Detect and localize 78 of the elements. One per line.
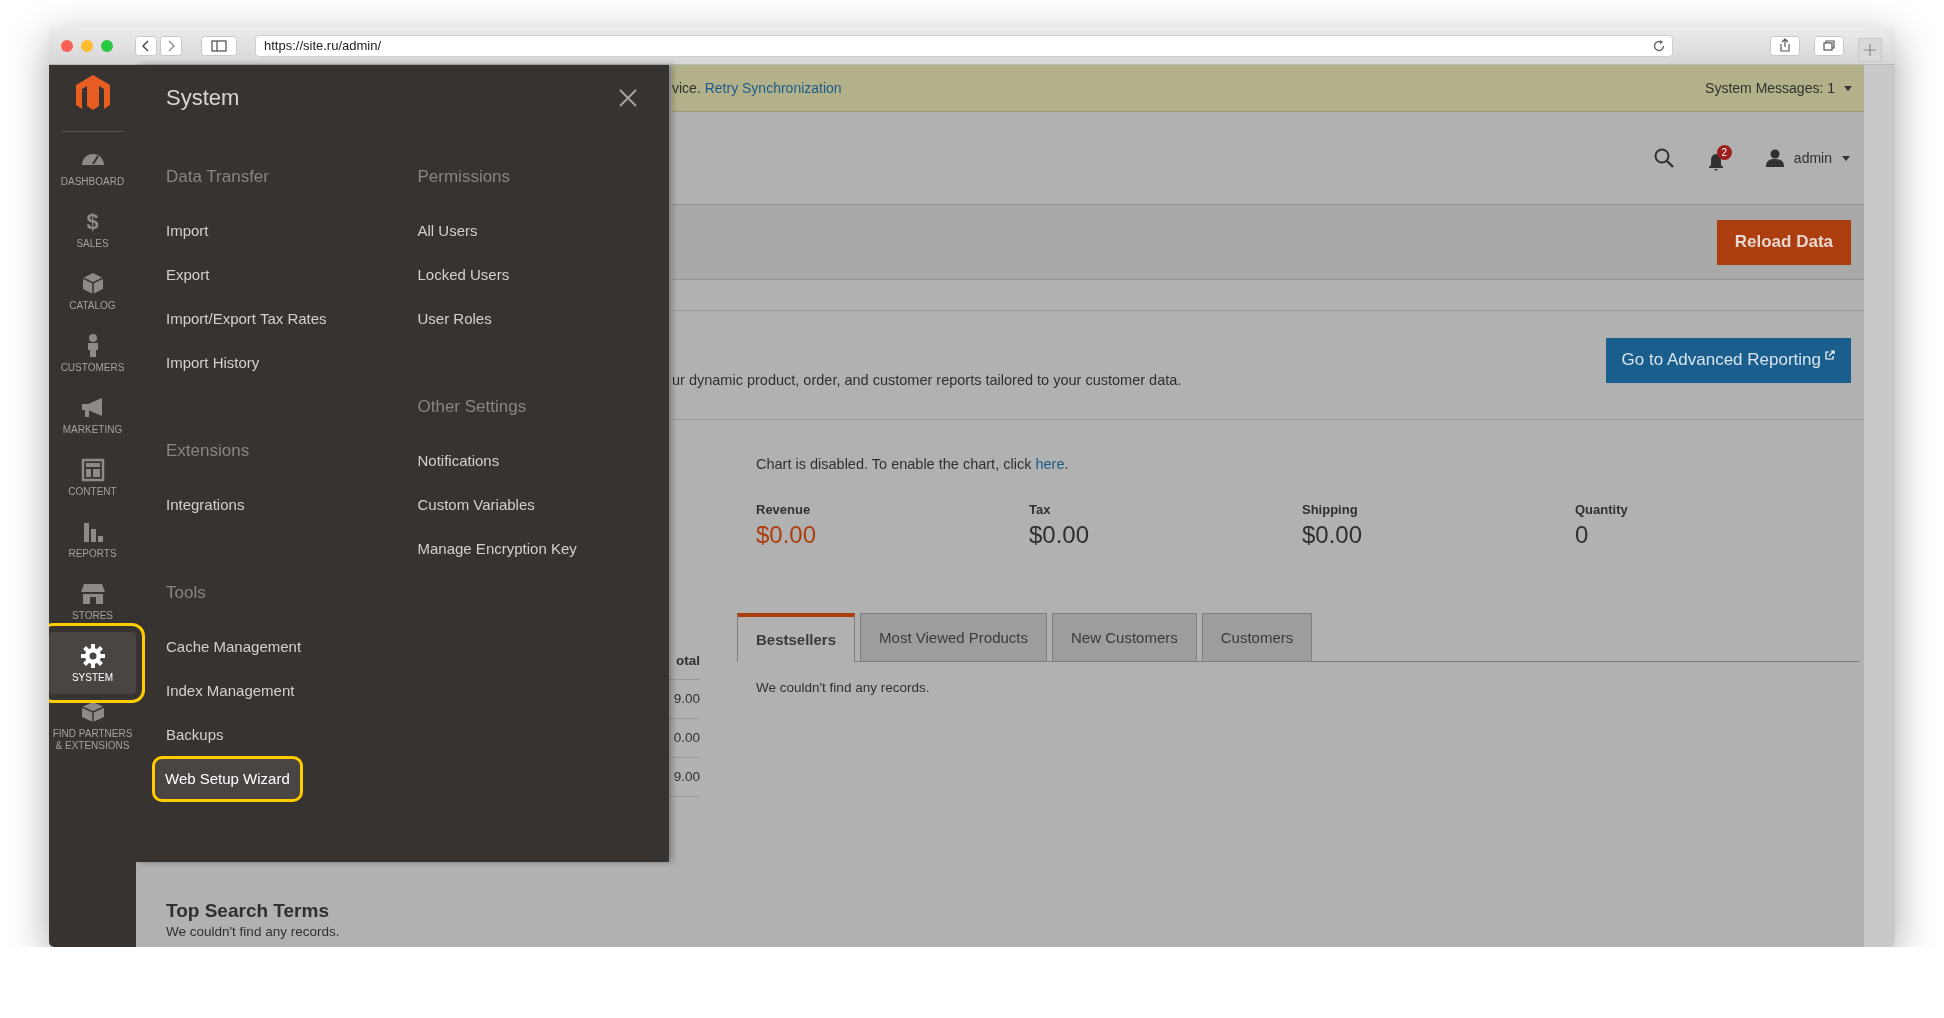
tab[interactable]: Customers — [1201, 613, 1313, 661]
menu-item[interactable]: Locked Users — [417, 253, 510, 297]
dollar-icon: $ — [86, 208, 99, 235]
menu-item[interactable]: All Users — [417, 209, 478, 253]
total-value: 0 — [1575, 521, 1590, 549]
menu-item[interactable]: User Roles — [417, 297, 492, 341]
close-icon — [619, 89, 637, 107]
close-dot[interactable] — [61, 39, 73, 52]
minimize-dot[interactable] — [81, 39, 93, 52]
share-icon — [1770, 35, 1800, 56]
caret-icon — [1842, 155, 1850, 161]
menu-section-heading: Other Settings — [417, 397, 528, 418]
menu-item[interactable]: Index Management — [166, 669, 295, 713]
chart-disabled-text: Chart is disabled. To enable the chart, click here. — [756, 456, 1070, 472]
total-label: Quantity — [1575, 502, 1629, 517]
nav-item[interactable]: MARKETING — [49, 384, 136, 446]
notification-count: 2 — [1716, 145, 1732, 160]
empty-message: We couldn't find any records. — [166, 924, 340, 939]
total-label: Shipping — [1302, 502, 1359, 517]
layout-icon — [79, 456, 106, 483]
menu-section-heading: Data Transfer — [166, 167, 270, 188]
sidebar-toggle-icon — [201, 35, 237, 56]
new-tab-icon — [1858, 37, 1882, 62]
retry-link[interactable]: Retry Synchronization — [704, 80, 842, 96]
notifications-button[interactable]: 2 — [1707, 145, 1732, 171]
nav-item[interactable]: $ SALES — [49, 198, 136, 260]
menu-item[interactable]: Import/Export Tax Rates — [166, 297, 327, 341]
total-value: $0.00 — [1302, 521, 1364, 549]
user-icon — [1765, 149, 1784, 167]
menu-item[interactable]: Custom Variables — [417, 483, 535, 527]
menu-item[interactable]: Backups — [166, 713, 224, 757]
address-bar[interactable]: https://site.ru/admin/ — [255, 34, 1673, 57]
caret-icon — [1844, 85, 1852, 91]
nav-item[interactable]: CATALOG — [49, 260, 136, 322]
bell-icon — [1707, 153, 1724, 171]
nav-item[interactable]: DASHBOARD — [49, 136, 136, 198]
nav-item[interactable]: CONTENT — [49, 446, 136, 508]
menu-title: System — [166, 85, 240, 111]
menu-item[interactable]: Import — [166, 209, 209, 253]
section-title: Top Search Terms — [166, 900, 330, 922]
reload-data-button[interactable]: Reload Data — [1716, 219, 1851, 265]
external-link-icon — [1825, 350, 1835, 360]
total-value: $0.00 — [756, 521, 818, 549]
menu-item[interactable]: Web Setup Wizard — [155, 759, 300, 799]
reload-icon — [1652, 38, 1666, 53]
nav-item[interactable]: STORES — [49, 570, 136, 632]
user-menu[interactable]: admin — [1765, 149, 1850, 167]
enable-chart-link[interactable]: here — [1035, 456, 1065, 472]
total-label: Tax — [1029, 502, 1052, 517]
empty-message: We couldn't find any records. — [756, 680, 931, 695]
menu-section-heading: Extensions — [166, 441, 251, 462]
notice-text: vice. Retry Synchronization — [672, 80, 842, 96]
url-text: https://site.ru/admin/ — [264, 38, 382, 53]
search-icon — [1653, 148, 1674, 168]
nav-item[interactable]: FIND PARTNERS & EXTENSIONS — [49, 694, 136, 756]
system-messages-dropdown[interactable]: System Messages: 1 — [1705, 80, 1852, 96]
tab[interactable]: Bestsellers — [737, 613, 856, 662]
advanced-reporting-button[interactable]: Go to Advanced Reporting — [1605, 337, 1851, 383]
menu-item[interactable]: Integrations — [166, 483, 245, 527]
zoom-dot[interactable] — [101, 39, 113, 52]
menu-item[interactable]: Import History — [166, 341, 260, 385]
back-icon — [135, 35, 157, 56]
forward-icon — [160, 35, 182, 56]
total-value: $0.00 — [1029, 521, 1091, 549]
menu-section-heading: Permissions — [417, 167, 512, 188]
menu-item[interactable]: Cache Management — [166, 625, 302, 669]
tabs-icon — [1814, 35, 1844, 56]
gear-icon — [79, 642, 106, 669]
advanced-reporting-text: ur dynamic product, order, and customer reports tailored to your customer data. — [672, 372, 1182, 388]
menu-item[interactable]: Export — [166, 253, 210, 297]
nav-item[interactable]: CUSTOMERS — [49, 322, 136, 384]
menu-item[interactable]: Notifications — [417, 439, 500, 483]
tab[interactable]: Most Viewed Products — [860, 613, 1048, 661]
menu-item[interactable]: Manage Encryption Key — [417, 527, 577, 571]
menu-section-heading: Tools — [166, 583, 207, 604]
nav-item[interactable]: REPORTS — [49, 508, 136, 570]
total-label: Revenue — [756, 502, 812, 517]
tab[interactable]: New Customers — [1052, 613, 1197, 661]
